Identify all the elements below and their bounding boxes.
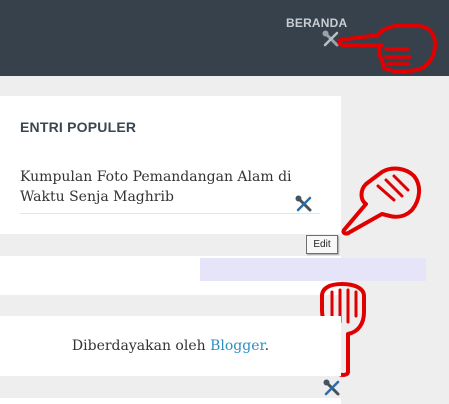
- edit-wrench-icon[interactable]: [295, 195, 313, 213]
- blogger-link[interactable]: Blogger: [210, 338, 265, 354]
- powered-by-text: Diberdayakan oleh Blogger.: [0, 338, 341, 354]
- powered-by-suffix: .: [264, 338, 270, 354]
- widget-title: ENTRI POPULER: [20, 119, 137, 135]
- powered-by-prefix: Diberdayakan oleh: [71, 338, 206, 354]
- edit-wrench-icon[interactable]: [323, 379, 341, 397]
- popular-posts-widget: ENTRI POPULER Kumpulan Foto Pemandangan …: [0, 96, 341, 234]
- divider: [20, 213, 320, 214]
- highlight-bar: [200, 258, 426, 281]
- edit-tooltip: Edit: [306, 235, 338, 254]
- pointing-hand-annotation: [341, 166, 421, 236]
- popular-post-link[interactable]: Kumpulan Foto Pemandangan Alam di Waktu …: [20, 167, 310, 207]
- pointing-hand-annotation: [337, 24, 437, 74]
- attribution-widget: Diberdayakan oleh Blogger.: [0, 316, 341, 376]
- next-widget: [0, 398, 341, 404]
